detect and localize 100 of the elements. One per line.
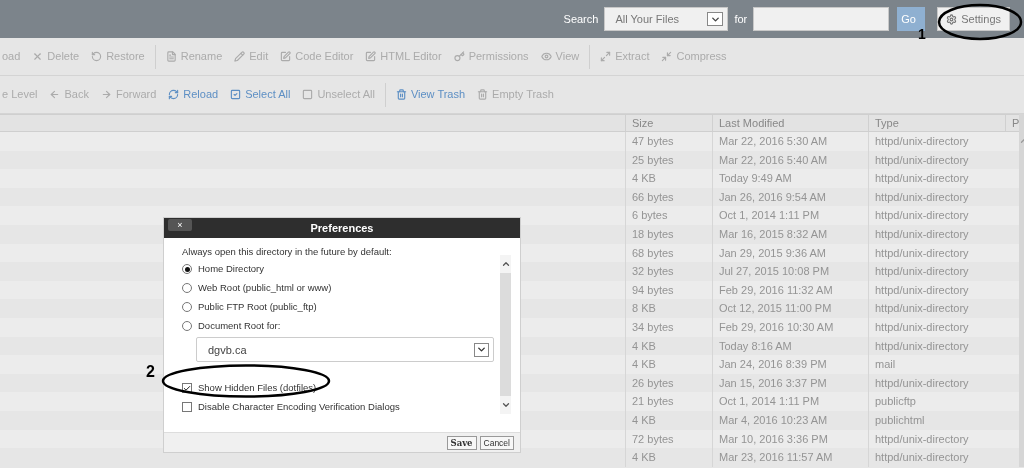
annotation-number: 2 (146, 362, 155, 382)
radio-button[interactable] (182, 283, 192, 294)
table-cell-text: httpd/unix-directory (875, 152, 969, 168)
table-cell-text: 8 KB (632, 301, 656, 317)
table-cell-text: 4 KB (632, 338, 656, 354)
intro-text: Always open this directory in the future by default: (182, 245, 393, 259)
checkbox[interactable] (182, 383, 192, 394)
trash-icon (477, 89, 489, 100)
close-icon (32, 51, 44, 62)
reload-icon (168, 89, 180, 100)
table-cell-text: Oct 1, 2014 1:11 PM (719, 208, 820, 224)
table-cell-text: 26 bytes (632, 375, 674, 391)
table-cell-text: Jan 29, 2015 9:36 AM (719, 245, 827, 261)
checkbox-option[interactable]: Disable Character Encoding Verification Dialogs (182, 399, 500, 416)
table-cell-text: 6 bytes (632, 208, 668, 224)
radio-option[interactable]: Public FTP Root (public_ftp) (182, 298, 500, 317)
toolbar-button[interactable]: View Trash (389, 81, 472, 108)
table-cell-text: Jan 24, 2016 8:39 PM (719, 357, 827, 373)
radio-option[interactable]: Home Directory (182, 260, 500, 279)
table-cell-text: httpd/unix-directory (875, 134, 969, 150)
table-cell-text: 4 KB (632, 357, 656, 373)
table-cell-text: publicftp (875, 394, 916, 410)
table-cell-text: httpd/unix-directory (875, 171, 969, 187)
table-cell-text: httpd/unix-directory (875, 227, 969, 242)
trash-icon (395, 89, 407, 100)
radio-button[interactable] (182, 302, 192, 313)
scroll-down-icon[interactable] (500, 400, 511, 410)
table-cell-text: Mar 4, 2016 10:23 AM (719, 412, 828, 428)
table-cell-text: Today 8:16 AM (719, 338, 792, 354)
table-cell-text: Jan 26, 2016 9:54 AM (719, 189, 827, 205)
scope-select[interactable]: All Your Files (604, 7, 729, 31)
table-cell-text: 25 bytes (632, 152, 674, 168)
table-cell-text: mail (875, 357, 896, 373)
settings-icon (946, 13, 958, 25)
file-icon (165, 51, 177, 62)
table-cell-text: Oct 12, 2015 11:00 PM (719, 301, 832, 317)
table-cell-text: httpd/unix-directory (875, 320, 969, 335)
table-cell-text: httpd/unix-directory (875, 431, 969, 447)
table-cell-text: httpd/unix-directory (875, 245, 969, 261)
table-cell-text: publichtml (875, 412, 925, 428)
table-cell-text: 4 KB (632, 412, 656, 428)
checkbox[interactable] (182, 402, 192, 413)
pencil-icon (234, 51, 246, 62)
table-cell-text: httpd/unix-directory (875, 301, 969, 317)
shrink-icon (661, 51, 673, 62)
checkbox-option[interactable]: Show Hidden Files (dotfiles) (182, 380, 500, 397)
table-cell-text: httpd/unix-directory (875, 375, 969, 391)
column-header[interactable]: P (1012, 114, 1020, 132)
radio-button[interactable] (182, 264, 192, 275)
table-cell-text: 34 bytes (632, 320, 674, 335)
search-label: Search (563, 11, 599, 27)
toolbar-button[interactable]: Reload (162, 81, 225, 108)
table-cell-text: 32 bytes (632, 264, 674, 280)
table-cell-text: httpd/unix-directory (875, 208, 969, 224)
toolbar-button[interactable]: Select All (224, 81, 297, 108)
table-cell-text: Jan 15, 2016 3:37 PM (719, 375, 827, 391)
table-cell-text: 68 bytes (632, 245, 674, 261)
search-field[interactable] (753, 7, 890, 31)
settings-button[interactable]: Settings (937, 7, 1010, 31)
table-cell-text: 18 bytes (632, 227, 674, 242)
table-cell-text: 21 bytes (632, 394, 674, 410)
eye-icon (540, 51, 552, 62)
table-cell-text: Feb 29, 2016 10:30 AM (719, 320, 834, 335)
column-header[interactable]: Last Modified (719, 114, 785, 132)
column-header[interactable]: Size (632, 114, 654, 132)
table-cell-text: httpd/unix-directory (875, 189, 969, 205)
key-icon (453, 51, 465, 62)
radio-option[interactable]: Web Root (public_html or www) (182, 279, 500, 298)
table-cell-text: 94 bytes (632, 282, 674, 298)
scroll-up-icon[interactable] (500, 259, 511, 269)
table-cell-text: httpd/unix-directory (875, 264, 969, 280)
dialog-scrollbar[interactable] (500, 255, 511, 414)
table-cell-text: Mar 23, 2016 11:57 AM (719, 450, 833, 466)
for-label: for (734, 11, 748, 27)
column-header[interactable]: Type (875, 114, 899, 132)
table-cell-text: 72 bytes (632, 431, 674, 447)
edit-icon (365, 51, 377, 62)
undo-icon (91, 51, 103, 62)
checkbox-icon (230, 89, 242, 100)
arrow-left-icon (49, 89, 61, 100)
table-cell-text: Jul 27, 2015 10:08 PM (719, 264, 830, 280)
save-button[interactable]: Save (446, 435, 477, 450)
edit-icon (280, 51, 292, 62)
square-icon (302, 89, 314, 100)
cancel-button[interactable]: Cancel (479, 435, 514, 450)
table-cell-text: Mar 22, 2016 5:30 AM (719, 134, 828, 150)
dialog-title: Preferences (310, 220, 374, 236)
table-cell-text: Oct 1, 2014 1:11 PM (719, 394, 820, 410)
table-cell-text: httpd/unix-directory (875, 282, 969, 298)
radio-button[interactable] (182, 321, 192, 332)
table-cell-text: 4 KB (632, 171, 656, 187)
table-cell-text: Mar 22, 2016 5:40 AM (719, 152, 828, 168)
radio-option[interactable]: Document Root for: (182, 317, 500, 336)
table-cell-text: 66 bytes (632, 189, 674, 205)
table-cell-text: 47 bytes (632, 134, 674, 150)
close-button[interactable]: × (168, 219, 192, 231)
table-cell-text: Today 9:49 AM (719, 171, 792, 187)
table-cell-text: Mar 10, 2016 3:36 PM (719, 431, 828, 447)
domain-select[interactable]: dgvb.ca (196, 337, 494, 363)
table-cell-text: 4 KB (632, 450, 656, 466)
